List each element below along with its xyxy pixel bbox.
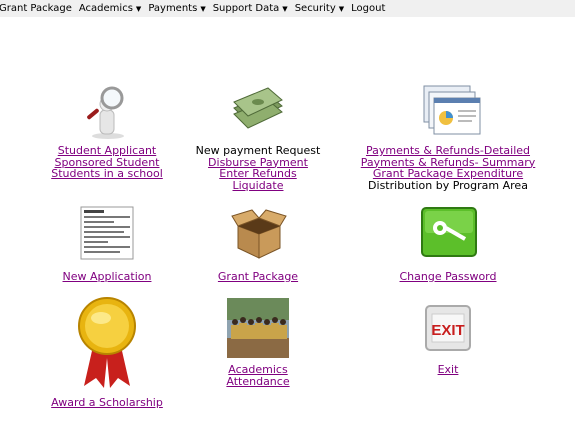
new-payment-request-text: New payment Request bbox=[195, 144, 321, 157]
grant-package-expenditure-link[interactable]: Grant Package Expenditure bbox=[350, 168, 546, 180]
menu-support-data-label: Support Data bbox=[212, 3, 280, 14]
payments-refunds-detailed-link[interactable]: Payments & Refunds-Detailed bbox=[350, 145, 546, 157]
grant-package-link[interactable]: Grant Package bbox=[188, 271, 328, 283]
academics-cell: Academics Attendance bbox=[188, 364, 328, 387]
student-applicant-link[interactable]: Student Applicant bbox=[42, 145, 172, 157]
menu-payments-label: Payments bbox=[148, 3, 198, 14]
svg-text:EXIT: EXIT bbox=[431, 322, 464, 339]
magnifier-man-icon bbox=[87, 86, 124, 139]
menu-logout[interactable]: Logout bbox=[351, 3, 385, 14]
distribution-text: Distribution by Program Area bbox=[368, 178, 528, 192]
new-application-link[interactable]: New Application bbox=[42, 271, 172, 283]
caret-down-icon: ▼ bbox=[135, 4, 142, 13]
caret-down-icon: ▼ bbox=[338, 4, 345, 13]
change-password-link[interactable]: Change Password bbox=[350, 271, 546, 283]
menu-bar: Grant Package Academics ▼ Payments ▼ Suppo… bbox=[0, 0, 575, 17]
award-ribbon-icon bbox=[78, 297, 136, 388]
reports-links: Payments & Refunds-Detailed Payments & R… bbox=[350, 145, 546, 191]
award-scholarship-link[interactable]: Award a Scholarship bbox=[42, 397, 172, 409]
students-photo-icon bbox=[227, 298, 289, 358]
menu-grant-package-label: Grant Package bbox=[0, 3, 72, 14]
open-box-icon bbox=[231, 209, 287, 259]
enter-refunds-link[interactable]: Enter Refunds bbox=[188, 168, 328, 180]
students-in-school-link[interactable]: Students in a school bbox=[42, 168, 172, 180]
money-stack-icon bbox=[233, 87, 283, 129]
award-cell: Award a Scholarship bbox=[42, 397, 172, 409]
academics-link[interactable]: Academics bbox=[188, 364, 328, 376]
menu-payments[interactable]: Payments ▼ bbox=[148, 3, 205, 14]
caret-down-icon: ▼ bbox=[200, 4, 206, 13]
liquidate-link[interactable]: Liquidate bbox=[188, 179, 328, 192]
caret-down-icon: ▼ bbox=[282, 4, 288, 13]
menu-academics[interactable]: Academics ▼ bbox=[79, 3, 141, 14]
key-icon bbox=[421, 207, 477, 257]
form-document-icon bbox=[80, 206, 134, 260]
exit-sign-icon: EXIT bbox=[425, 305, 471, 351]
menu-security-label: Security bbox=[294, 3, 336, 14]
application-cell: New Application bbox=[42, 271, 172, 283]
menu-grant-package[interactable]: Grant Package bbox=[0, 3, 72, 14]
menu-academics-label: Academics bbox=[78, 3, 133, 14]
menu-security[interactable]: Security ▼ bbox=[295, 3, 344, 14]
grant-cell: Grant Package bbox=[188, 271, 328, 283]
attendance-link[interactable]: Attendance bbox=[188, 375, 328, 388]
student-links: Student Applicant Sponsored Student Stud… bbox=[42, 145, 172, 180]
exit-link[interactable]: Exit bbox=[350, 364, 546, 376]
password-cell: Change Password bbox=[350, 271, 546, 283]
report-screens-icon bbox=[423, 85, 481, 135]
menu-support-data[interactable]: Support Data ▼ bbox=[213, 3, 288, 14]
exit-cell: Exit bbox=[350, 364, 546, 376]
menu-logout-label: Logout bbox=[351, 3, 386, 14]
payment-links: New payment Request Disburse Payment Ent… bbox=[188, 145, 328, 191]
